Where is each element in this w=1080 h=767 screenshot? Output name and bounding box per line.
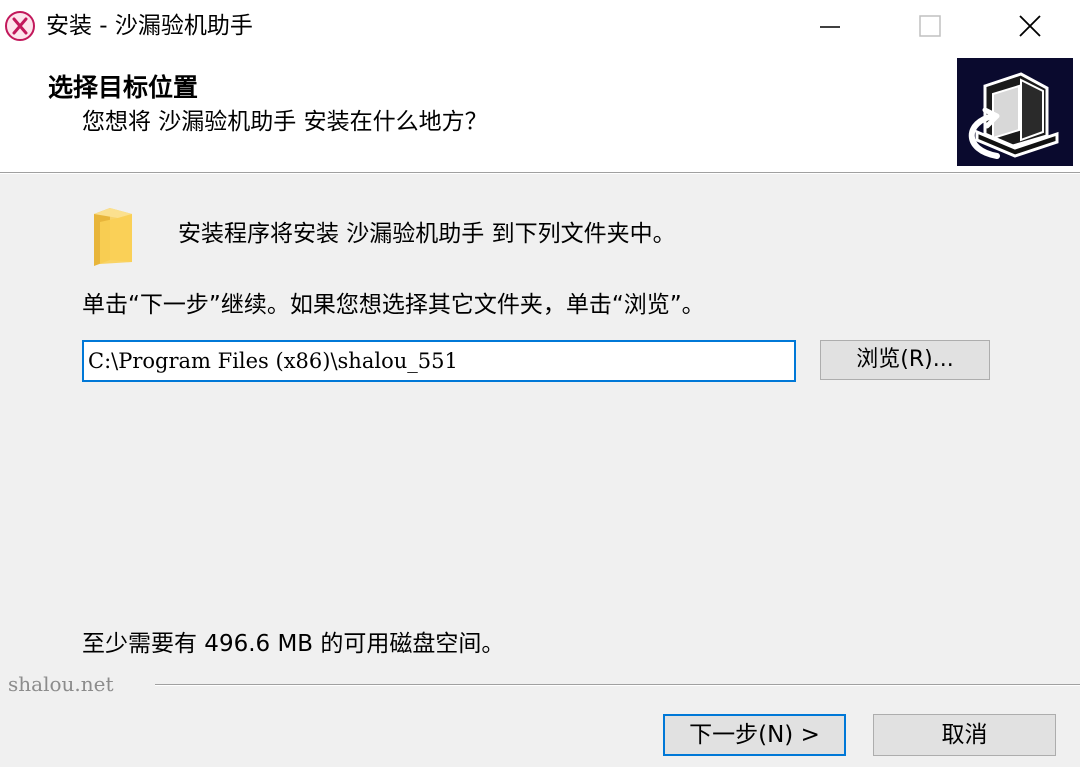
- page-subtitle: 您想将 沙漏验机助手 安装在什么地方？: [82, 109, 488, 135]
- close-icon: [1019, 15, 1041, 37]
- browse-button[interactable]: 浏览(R)...: [820, 340, 990, 380]
- install-path-input[interactable]: [82, 340, 796, 382]
- maximize-icon: [919, 15, 941, 37]
- window-title: 安装 - 沙漏验机助手: [46, 13, 253, 39]
- page-title: 选择目标位置: [48, 73, 199, 102]
- folder-icon: [88, 204, 138, 268]
- install-location-text: 安装程序将安装 沙漏验机助手 到下列文件夹中。: [178, 221, 676, 247]
- minimize-icon: [820, 26, 840, 28]
- header-divider-highlight: [0, 173, 1080, 174]
- disk-space-text: 至少需要有 496.6 MB 的可用磁盘空间。: [82, 631, 505, 657]
- cancel-button[interactable]: 取消: [873, 714, 1056, 756]
- branding-label: shalou.net: [8, 672, 114, 696]
- installer-computer-image: [957, 58, 1073, 166]
- instruction-text: 单击“下一步”继续。如果您想选择其它文件夹，单击“浏览”。: [82, 292, 705, 318]
- next-button[interactable]: 下一步(N) >: [663, 714, 846, 756]
- footer-divider-highlight: [155, 685, 1080, 686]
- wizard-header: 选择目标位置 您想将 沙漏验机助手 安装在什么地方？: [0, 52, 1080, 172]
- minimize-button[interactable]: [800, 0, 860, 52]
- close-button[interactable]: [1000, 0, 1060, 52]
- title-bar[interactable]: 安装 - 沙漏验机助手: [0, 0, 1080, 52]
- app-logo-icon: [4, 10, 36, 42]
- maximize-button[interactable]: [900, 0, 960, 52]
